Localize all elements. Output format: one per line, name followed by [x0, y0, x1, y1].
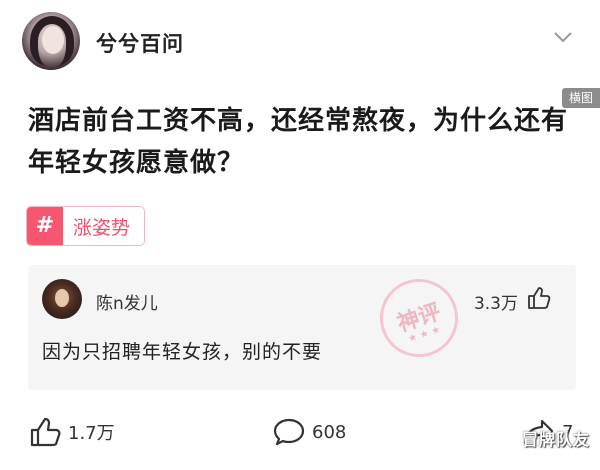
comment-count: 608	[312, 421, 347, 443]
thumbs-up-icon	[30, 417, 61, 447]
topic-label: 涨姿势	[73, 216, 131, 239]
comment-like-count: 3.3万	[473, 294, 518, 314]
thumbs-up-icon[interactable]	[526, 285, 552, 311]
top-comment-card[interactable]: 陈n发儿 神评 ★ ★ ★ 3.3万 因为只招聘年轻女孩，别的不要	[28, 265, 576, 390]
post-header: 兮兮百问	[22, 12, 582, 72]
hashtag-icon: #	[27, 207, 63, 245]
user-avatar[interactable]	[22, 12, 80, 70]
comment-bubble-icon	[273, 418, 305, 446]
like-button[interactable]: 1.7万	[28, 412, 115, 452]
commenter-avatar-face	[55, 289, 69, 307]
hot-comment-stamp: 神评 ★ ★ ★	[369, 268, 469, 368]
comment-button[interactable]: 608	[272, 412, 346, 452]
action-bar: 1.7万 608 7 冒牌队友	[0, 412, 600, 458]
comment-text: 因为只招聘年轻女孩，别的不要	[42, 341, 323, 363]
username[interactable]: 兮兮百问	[96, 28, 184, 58]
commenter-name[interactable]: 陈n发儿	[96, 289, 158, 314]
commenter-avatar[interactable]	[42, 279, 82, 319]
watermark: 冒牌队友	[521, 430, 590, 449]
topic-tag[interactable]: # 涨姿势	[26, 206, 146, 246]
question-title[interactable]: 酒店前台工资不高，还经常熬夜，为什么还有年轻女孩愿意做？	[28, 100, 568, 184]
like-count: 1.7万	[68, 423, 115, 444]
avatar-face	[42, 26, 64, 54]
chevron-down-icon[interactable]	[552, 26, 574, 48]
